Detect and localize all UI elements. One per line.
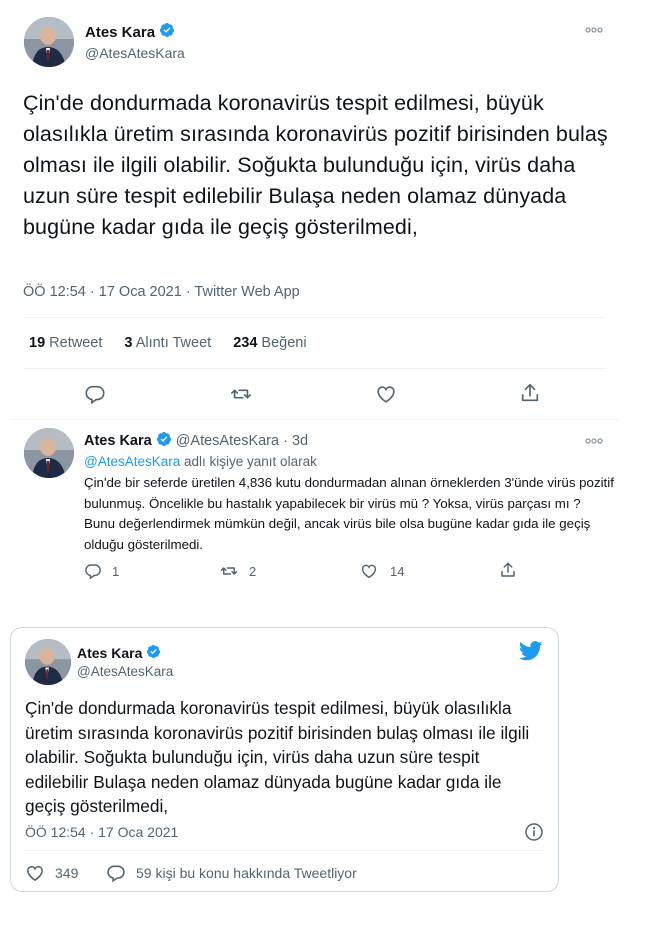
- retweet-button[interactable]: 2: [219, 562, 256, 580]
- reply-button[interactable]: [84, 383, 106, 405]
- like-icon: [361, 564, 377, 579]
- share-button[interactable]: [519, 382, 541, 404]
- tweet-text: Çin'de dondurmada koronavirüs tespit edi…: [25, 698, 530, 816]
- author-handle[interactable]: @AtesAtesKara: [176, 433, 279, 449]
- reply-icon: [85, 564, 101, 580]
- reply-context: @AtesAtesKara adlı kişiye yanıt olarak: [84, 454, 317, 469]
- more-icon[interactable]: [584, 433, 604, 449]
- author-name[interactable]: Ates Kara: [84, 433, 152, 449]
- like-icon: [377, 386, 395, 403]
- discussion-link[interactable]: 59 kişi bu konu hakkında Tweetliyor: [106, 863, 357, 883]
- retweet-count: 2: [249, 563, 257, 579]
- author-handle[interactable]: @AtesAtesKara: [85, 45, 185, 61]
- tweet-text: Çin'de bir seferde üretilen 4,836 kutu d…: [84, 475, 614, 552]
- reply-to-handle[interactable]: @AtesAtesKara: [84, 454, 180, 469]
- reply-icon: [107, 865, 125, 883]
- engagement-stats: 19 Retweet 3 Alıntı Tweet 234 Beğeni: [29, 335, 307, 351]
- retweet-icon: [220, 567, 238, 575]
- discussion-label: 59 kişi bu konu hakkında Tweetliyor: [136, 865, 357, 881]
- verified-badge-icon: [156, 431, 172, 451]
- like-icon: [27, 865, 43, 882]
- author-name[interactable]: Ates Kara: [85, 24, 155, 41]
- reply-to-label: adlı kişiye yanıt olarak: [184, 454, 317, 469]
- like-count: 14: [390, 563, 405, 579]
- divider: [10, 419, 618, 420]
- like-button[interactable]: [375, 383, 397, 405]
- retweets-stat[interactable]: 19 Retweet: [29, 335, 102, 351]
- avatar-image: [24, 428, 74, 478]
- verified-badge-icon: [146, 644, 161, 662]
- info-icon[interactable]: [524, 822, 544, 847]
- like-button[interactable]: 349: [25, 863, 78, 883]
- divider: [25, 850, 544, 851]
- divider: [23, 368, 606, 369]
- share-icon: [501, 562, 515, 577]
- share-icon: [521, 383, 539, 402]
- avatar[interactable]: [25, 639, 71, 685]
- tweet-time[interactable]: · 3d: [283, 433, 308, 449]
- avatar[interactable]: [24, 428, 74, 478]
- reply-icon: [85, 385, 105, 405]
- retweet-button[interactable]: [229, 383, 253, 405]
- avatar[interactable]: [24, 17, 74, 67]
- tweet-timestamp[interactable]: ÖÖ 12:54 · 17 Oca 2021 · Twitter Web App: [23, 284, 300, 300]
- divider: [23, 317, 606, 318]
- tweet-timestamp[interactable]: ÖÖ 12:54 · 17 Oca 2021: [25, 824, 178, 840]
- author-name[interactable]: Ates Kara: [77, 645, 142, 661]
- verified-badge-icon: [159, 22, 175, 42]
- reply-count: 1: [112, 563, 120, 579]
- like-count: 349: [55, 865, 79, 881]
- like-button[interactable]: 14: [360, 562, 404, 580]
- avatar-image: [24, 17, 74, 67]
- retweet-icon: [231, 389, 251, 399]
- more-icon[interactable]: [584, 22, 604, 38]
- author-handle[interactable]: @AtesAtesKara: [77, 664, 173, 679]
- tweet-text: Çin'de dondurmada koronavirüs tespit edi…: [23, 91, 608, 239]
- quotes-stat[interactable]: 3 Alıntı Tweet: [124, 335, 211, 351]
- avatar-image: [25, 639, 71, 685]
- reply-button[interactable]: 1: [84, 562, 119, 580]
- share-button[interactable]: [499, 561, 517, 579]
- likes-stat[interactable]: 234 Beğeni: [233, 335, 306, 351]
- embedded-tweet-card[interactable]: Ates Kara @AtesAtesKara Çin'de dondurmad…: [10, 627, 559, 892]
- twitter-bird-icon[interactable]: [518, 641, 543, 666]
